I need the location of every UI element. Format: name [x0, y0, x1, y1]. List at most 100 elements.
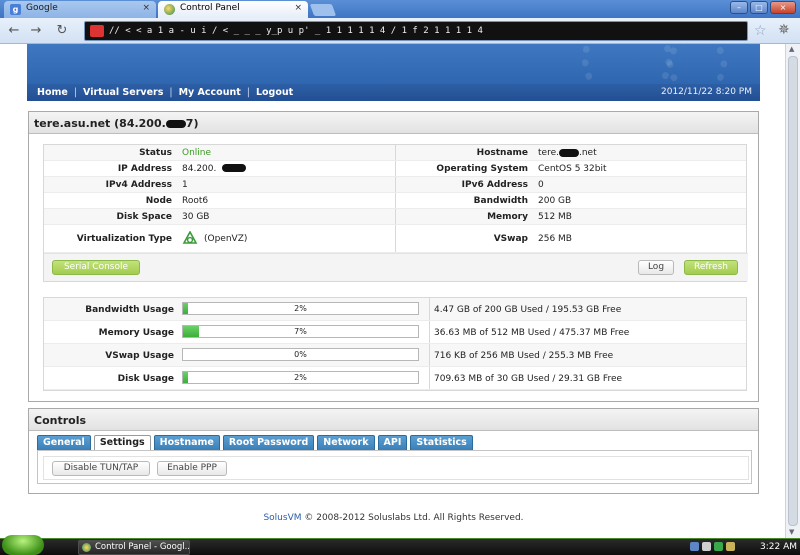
ssl-warning-icon[interactable]: [90, 25, 104, 37]
hostname-suffix: .net: [578, 148, 597, 158]
browser-tab-google[interactable]: g Google ×: [4, 1, 156, 18]
start-button[interactable]: [2, 535, 44, 555]
maximize-button[interactable]: □: [750, 1, 768, 14]
system-tray: [690, 542, 735, 551]
info-label: Memory: [487, 212, 528, 222]
browser-toolbar: ← → ↻ // < < a 1 a - u i / < _ _ _ y_p u…: [0, 18, 800, 44]
redaction-mark: [558, 148, 579, 157]
close-window-button[interactable]: ×: [770, 1, 796, 14]
info-value: 200 GB: [538, 196, 572, 206]
usage-row-disk: Disk Usage 2% 709.63 MB of 30 GB Used / …: [44, 367, 746, 390]
minimize-button[interactable]: –: [730, 1, 748, 14]
usage-bar-cell: 2%: [178, 367, 430, 389]
info-label: Operating System: [436, 164, 528, 174]
new-tab-button[interactable]: [309, 4, 337, 16]
info-row: IP Address 84.200. Operating System Cent…: [44, 161, 746, 177]
tray-app-icon[interactable]: [714, 542, 723, 551]
tab-general[interactable]: General: [37, 435, 91, 450]
tab-api[interactable]: API: [377, 435, 408, 450]
taskbar-item-control-panel[interactable]: Control Panel - Googl...: [78, 540, 190, 555]
system-clock[interactable]: 3:22 AM: [760, 542, 797, 552]
tab-settings[interactable]: Settings: [93, 435, 151, 450]
settings-inner: Disable TUN/TAP Enable PPP: [43, 456, 749, 480]
hostname-value: tere. .net: [534, 145, 746, 160]
usage-label: Disk Usage: [117, 374, 174, 384]
info-row: IPv4 Address 1 IPv6 Address 0: [44, 177, 746, 193]
settings-icon[interactable]: ✵: [778, 22, 790, 38]
nav-separator: |: [73, 87, 78, 98]
nav-logout[interactable]: Logout: [256, 87, 293, 98]
address-bar[interactable]: // < < a 1 a - u i / < _ _ _ y_p u p' _ …: [84, 21, 748, 41]
server-title-suffix: 7): [185, 117, 199, 130]
nav-my-account[interactable]: My Account: [179, 87, 241, 98]
info-label: IPv6 Address: [461, 180, 528, 190]
refresh-button[interactable]: Refresh: [684, 260, 738, 275]
address-text: // < < a 1 a - u i / < _ _ _ y_p u p' _ …: [109, 26, 483, 36]
info-label: IP Address: [117, 164, 172, 174]
scrollbar-thumb[interactable]: [788, 56, 798, 526]
usage-label: VSwap Usage: [105, 351, 174, 361]
redaction-mark: [165, 120, 186, 128]
site-footer: SolusVM © 2008-2012 Soluslabs Ltd. All R…: [27, 513, 760, 523]
server-panel: tere.asu.net (84.200. 7) Status Online Ho…: [28, 111, 759, 402]
google-favicon-icon: g: [10, 4, 21, 15]
usage-label: Bandwidth Usage: [85, 305, 174, 315]
disable-tun-tap-button[interactable]: Disable TUN/TAP: [52, 461, 150, 476]
window-controls: – □ ×: [730, 1, 796, 14]
server-action-row: Serial Console Log Refresh: [44, 253, 748, 281]
usage-detail: 36.63 MB of 512 MB Used / 475.37 MB Free: [434, 328, 630, 338]
info-label: IPv4 Address: [105, 180, 172, 190]
hostname-prefix: tere.: [538, 148, 559, 158]
tab-hostname[interactable]: Hostname: [153, 435, 220, 450]
page-viewport: Home | Virtual Servers | My Account | Lo…: [0, 44, 785, 538]
server-action-bar: Serial Console Log Refresh: [44, 253, 748, 281]
usage-table: Bandwidth Usage 2% 4.47 GB of 200 GB Use…: [43, 297, 747, 391]
redaction-mark: [222, 164, 247, 172]
log-button[interactable]: Log: [638, 260, 674, 275]
info-label: Virtualization Type: [76, 234, 172, 244]
usage-bar-cell: 2%: [178, 298, 430, 320]
browser-tabstrip: g Google × Control Panel × – □ ×: [0, 0, 800, 18]
serial-console-button[interactable]: Serial Console: [52, 260, 140, 275]
tray-volume-icon[interactable]: [702, 542, 711, 551]
usage-row-memory: Memory Usage 7% 36.63 MB of 512 MB Used …: [44, 321, 746, 344]
scroll-up-icon[interactable]: ▲: [789, 45, 794, 53]
browser-tab-label: Control Panel: [180, 3, 240, 13]
memory-progress-bar: 7%: [182, 325, 419, 338]
forward-icon[interactable]: →: [28, 23, 44, 39]
tray-network-icon[interactable]: [690, 542, 699, 551]
gear-decoration-icon: [667, 44, 727, 84]
tab-statistics[interactable]: Statistics: [410, 435, 473, 450]
progress-percent: 7%: [294, 327, 307, 336]
footer-brand-link[interactable]: SolusVM: [263, 513, 301, 523]
page-container: Home | Virtual Servers | My Account | Lo…: [27, 44, 760, 538]
reload-icon[interactable]: ↻: [54, 23, 70, 39]
settings-tab-content: Disable TUN/TAP Enable PPP: [37, 450, 752, 484]
disk-progress-bar: 2%: [182, 371, 419, 384]
taskbar-item-label: Control Panel - Googl...: [95, 542, 190, 552]
close-tab-icon[interactable]: ×: [142, 3, 150, 13]
enable-ppp-button[interactable]: Enable PPP: [157, 461, 227, 476]
browser-tab-control-panel[interactable]: Control Panel ×: [158, 1, 308, 18]
server-title: tere.asu.net (84.200. 7): [29, 112, 758, 134]
info-label: Hostname: [476, 148, 528, 158]
info-value: 30 GB: [178, 209, 396, 224]
progress-percent: 0%: [294, 350, 307, 359]
page-scrollbar[interactable]: ▲ ▼: [785, 44, 800, 538]
bookmark-star-icon[interactable]: ☆: [754, 23, 767, 39]
info-label: Status: [139, 148, 172, 158]
usage-detail: 716 KB of 256 MB Used / 255.3 MB Free: [434, 351, 614, 361]
usage-row-bandwidth: Bandwidth Usage 2% 4.47 GB of 200 GB Use…: [44, 298, 746, 321]
solusvm-favicon-icon: [164, 4, 175, 15]
close-tab-icon[interactable]: ×: [294, 3, 302, 13]
scroll-down-icon[interactable]: ▼: [789, 528, 794, 536]
nav-home[interactable]: Home: [37, 87, 68, 98]
nav-virtual-servers[interactable]: Virtual Servers: [83, 87, 163, 98]
ip-address-text: 84.200.: [182, 164, 217, 174]
vswap-progress-bar: 0%: [182, 348, 419, 361]
tray-app-icon[interactable]: [726, 542, 735, 551]
tab-network[interactable]: Network: [317, 435, 375, 450]
tab-root-password[interactable]: Root Password: [222, 435, 315, 450]
back-icon[interactable]: ←: [6, 23, 22, 39]
usage-bar-cell: 7%: [178, 321, 430, 343]
